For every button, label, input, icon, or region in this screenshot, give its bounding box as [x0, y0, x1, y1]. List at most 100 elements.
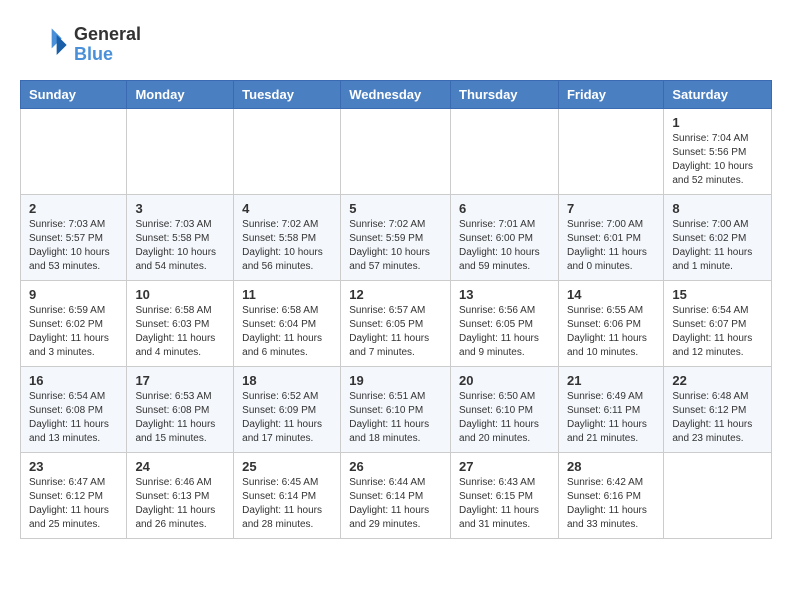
calendar-cell: 4Sunrise: 7:02 AM Sunset: 5:58 PM Daylig…	[234, 195, 341, 281]
day-number: 7	[567, 201, 655, 216]
day-number: 1	[672, 115, 763, 130]
weekday-sunday: Sunday	[21, 81, 127, 109]
calendar-cell: 10 Sunrise: 6:58 AM Sunset: 6:03 PM Dayli…	[127, 281, 234, 367]
calendar-cell: 3 Sunrise: 7:03 AM Sunset: 5:58 PM Daylig…	[127, 195, 234, 281]
calendar-cell: 23 Sunrise: 6:47 AM Sunset: 6:12 PM Dayli…	[21, 453, 127, 539]
calendar-cell: 15 Sunrise: 6:54 AM Sunset: 6:07 PM Dayli…	[664, 281, 772, 367]
weekday-monday: Monday	[127, 81, 234, 109]
day-number: 25	[242, 459, 332, 474]
weekday-saturday: Saturday	[664, 81, 772, 109]
day-info: Sunrise: 6:52 AM Sunset: 6:09 PM Dayligh…	[242, 390, 332, 446]
weekday-tuesday: Tuesday	[234, 81, 341, 109]
calendar-cell	[664, 453, 772, 539]
calendar-cell: 21 Sunrise: 6:49 AM Sunset: 6:11 PM Dayli…	[558, 367, 663, 453]
week-row-1: 1 Sunrise: 7:04 AM Sunset: 5:56 PM Daylig…	[21, 109, 772, 195]
day-info: Sunrise: 6:43 AM Sunset: 6:15 PM Dayligh…	[459, 476, 550, 532]
day-number: 3	[135, 201, 225, 216]
day-info: Sunrise: 7:04 AM Sunset: 5:56 PM Dayligh…	[672, 132, 763, 188]
day-number: 16	[29, 373, 118, 388]
logo-blue-text: Blue	[74, 45, 141, 65]
day-info: Sunrise: 6:59 AM Sunset: 6:02 PM Dayligh…	[29, 304, 118, 360]
day-number: 26	[349, 459, 442, 474]
calendar-cell: 7 Sunrise: 7:00 AM Sunset: 6:01 PM Daylig…	[558, 195, 663, 281]
day-info: Sunrise: 7:03 AM Sunset: 5:57 PM Dayligh…	[29, 218, 118, 274]
calendar-cell: 12 Sunrise: 6:57 AM Sunset: 6:05 PM Dayli…	[341, 281, 451, 367]
day-info: Sunrise: 7:00 AM Sunset: 6:01 PM Dayligh…	[567, 218, 655, 274]
day-info: Sunrise: 6:57 AM Sunset: 6:05 PM Dayligh…	[349, 304, 442, 360]
calendar-cell: 25 Sunrise: 6:45 AM Sunset: 6:14 PM Dayli…	[234, 453, 341, 539]
logo-general-text: General	[74, 25, 141, 45]
day-number: 15	[672, 287, 763, 302]
calendar-cell	[21, 109, 127, 195]
day-number: 21	[567, 373, 655, 388]
weekday-wednesday: Wednesday	[341, 81, 451, 109]
day-info: Sunrise: 6:58 AM Sunset: 6:04 PM Dayligh…	[242, 304, 332, 360]
day-info: Sunrise: 6:48 AM Sunset: 6:12 PM Dayligh…	[672, 390, 763, 446]
day-info: Sunrise: 6:47 AM Sunset: 6:12 PM Dayligh…	[29, 476, 118, 532]
weekday-header-row: SundayMondayTuesdayWednesdayThursdayFrid…	[21, 81, 772, 109]
calendar-cell: 9Sunrise: 6:59 AM Sunset: 6:02 PM Daylig…	[21, 281, 127, 367]
calendar-table: SundayMondayTuesdayWednesdayThursdayFrid…	[20, 80, 772, 539]
day-number: 11	[242, 287, 332, 302]
calendar-cell: 19Sunrise: 6:51 AM Sunset: 6:10 PM Dayli…	[341, 367, 451, 453]
calendar-cell: 13 Sunrise: 6:56 AM Sunset: 6:05 PM Dayli…	[451, 281, 559, 367]
day-number: 22	[672, 373, 763, 388]
calendar-cell: 11 Sunrise: 6:58 AM Sunset: 6:04 PM Dayli…	[234, 281, 341, 367]
week-row-2: 2 Sunrise: 7:03 AM Sunset: 5:57 PM Daylig…	[21, 195, 772, 281]
day-number: 4	[242, 201, 332, 216]
day-info: Sunrise: 6:42 AM Sunset: 6:16 PM Dayligh…	[567, 476, 655, 532]
calendar-cell: 6Sunrise: 7:01 AM Sunset: 6:00 PM Daylig…	[451, 195, 559, 281]
day-number: 23	[29, 459, 118, 474]
day-info: Sunrise: 6:58 AM Sunset: 6:03 PM Dayligh…	[135, 304, 225, 360]
calendar-cell: 27 Sunrise: 6:43 AM Sunset: 6:15 PM Dayli…	[451, 453, 559, 539]
day-info: Sunrise: 6:55 AM Sunset: 6:06 PM Dayligh…	[567, 304, 655, 360]
day-info: Sunrise: 6:50 AM Sunset: 6:10 PM Dayligh…	[459, 390, 550, 446]
calendar-cell: 26Sunrise: 6:44 AM Sunset: 6:14 PM Dayli…	[341, 453, 451, 539]
day-number: 6	[459, 201, 550, 216]
day-number: 8	[672, 201, 763, 216]
day-number: 10	[135, 287, 225, 302]
day-info: Sunrise: 7:02 AM Sunset: 5:59 PM Dayligh…	[349, 218, 442, 274]
week-row-4: 16 Sunrise: 6:54 AM Sunset: 6:08 PM Dayli…	[21, 367, 772, 453]
day-number: 24	[135, 459, 225, 474]
calendar-cell: 14Sunrise: 6:55 AM Sunset: 6:06 PM Dayli…	[558, 281, 663, 367]
day-info: Sunrise: 6:54 AM Sunset: 6:08 PM Dayligh…	[29, 390, 118, 446]
day-number: 5	[349, 201, 442, 216]
day-number: 12	[349, 287, 442, 302]
calendar-cell: 20 Sunrise: 6:50 AM Sunset: 6:10 PM Dayli…	[451, 367, 559, 453]
calendar-cell	[234, 109, 341, 195]
day-info: Sunrise: 6:45 AM Sunset: 6:14 PM Dayligh…	[242, 476, 332, 532]
logo: GeneralBlue	[20, 20, 141, 70]
calendar-cell: 2 Sunrise: 7:03 AM Sunset: 5:57 PM Daylig…	[21, 195, 127, 281]
day-info: Sunrise: 6:56 AM Sunset: 6:05 PM Dayligh…	[459, 304, 550, 360]
calendar-cell: 16 Sunrise: 6:54 AM Sunset: 6:08 PM Dayli…	[21, 367, 127, 453]
day-number: 18	[242, 373, 332, 388]
weekday-thursday: Thursday	[451, 81, 559, 109]
calendar-cell	[451, 109, 559, 195]
day-number: 20	[459, 373, 550, 388]
day-number: 13	[459, 287, 550, 302]
calendar-cell: 5 Sunrise: 7:02 AM Sunset: 5:59 PM Daylig…	[341, 195, 451, 281]
day-info: Sunrise: 6:53 AM Sunset: 6:08 PM Dayligh…	[135, 390, 225, 446]
calendar-cell: 28 Sunrise: 6:42 AM Sunset: 6:16 PM Dayli…	[558, 453, 663, 539]
day-number: 2	[29, 201, 118, 216]
page-header: GeneralBlue	[20, 20, 772, 70]
day-info: Sunrise: 6:54 AM Sunset: 6:07 PM Dayligh…	[672, 304, 763, 360]
weekday-friday: Friday	[558, 81, 663, 109]
calendar-cell	[558, 109, 663, 195]
calendar-cell: 22 Sunrise: 6:48 AM Sunset: 6:12 PM Dayli…	[664, 367, 772, 453]
day-info: Sunrise: 7:03 AM Sunset: 5:58 PM Dayligh…	[135, 218, 225, 274]
week-row-3: 9Sunrise: 6:59 AM Sunset: 6:02 PM Daylig…	[21, 281, 772, 367]
day-info: Sunrise: 6:49 AM Sunset: 6:11 PM Dayligh…	[567, 390, 655, 446]
calendar-cell: 18 Sunrise: 6:52 AM Sunset: 6:09 PM Dayli…	[234, 367, 341, 453]
calendar-cell: 1 Sunrise: 7:04 AM Sunset: 5:56 PM Daylig…	[664, 109, 772, 195]
day-info: Sunrise: 6:46 AM Sunset: 6:13 PM Dayligh…	[135, 476, 225, 532]
day-number: 28	[567, 459, 655, 474]
calendar-cell	[341, 109, 451, 195]
logo-icon	[20, 20, 70, 70]
calendar-cell: 24 Sunrise: 6:46 AM Sunset: 6:13 PM Dayli…	[127, 453, 234, 539]
calendar-cell: 17Sunrise: 6:53 AM Sunset: 6:08 PM Dayli…	[127, 367, 234, 453]
calendar-cell	[127, 109, 234, 195]
day-info: Sunrise: 7:00 AM Sunset: 6:02 PM Dayligh…	[672, 218, 763, 274]
day-number: 27	[459, 459, 550, 474]
